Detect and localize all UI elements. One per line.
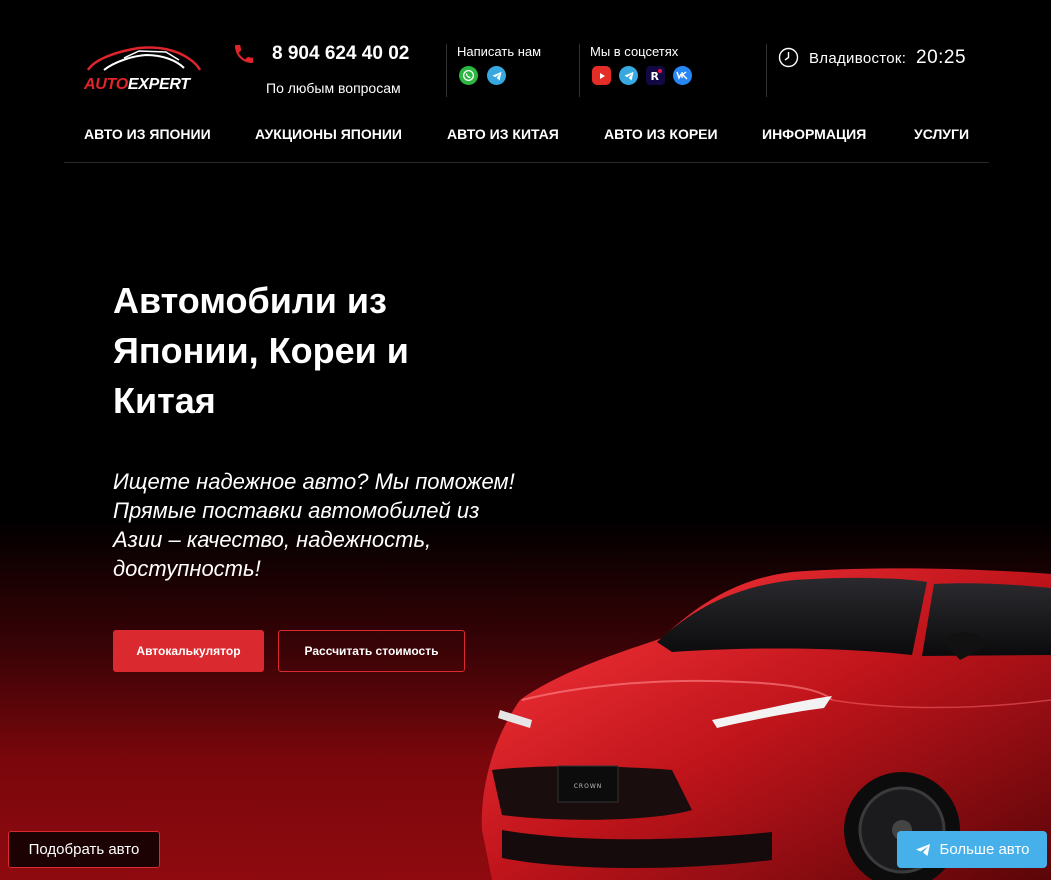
- more-cars-label: Больше авто: [939, 841, 1030, 858]
- clock-icon: [778, 47, 799, 68]
- hero-title-line: Автомобили из: [113, 280, 387, 321]
- city-label: Владивосток:: [809, 50, 907, 67]
- hero-subtitle-line: Азии – качество, надежность,: [113, 527, 432, 552]
- vk-icon[interactable]: [673, 66, 692, 85]
- divider: [766, 44, 767, 97]
- hero-subtitle-line: Прямые поставки автомобилей из: [113, 498, 480, 523]
- hero-subtitle: Ищете надежное авто? Мы поможем! Прямые …: [113, 467, 533, 583]
- local-time: 20:25: [916, 47, 967, 68]
- divider: [446, 44, 447, 97]
- telegram-icon[interactable]: [619, 66, 638, 85]
- phone-caption: По любым вопросам: [266, 80, 401, 96]
- calculate-cost-button[interactable]: Рассчитать стоимость: [278, 630, 465, 672]
- more-cars-button[interactable]: Больше авто: [897, 831, 1047, 868]
- hero-title-line: Китая: [113, 380, 216, 421]
- socials-label: Мы в соцсетях: [590, 44, 679, 59]
- site-header: AUTOEXPERT 8 904 624 40 02 По любым вопр…: [0, 0, 1051, 165]
- nav-item-china-cars[interactable]: АВТО ИЗ КИТАЯ: [447, 126, 559, 142]
- divider: [579, 44, 580, 97]
- hero-title: Автомобили из Японии, Кореи и Китая: [113, 276, 513, 426]
- write-us-label: Написать нам: [457, 44, 542, 59]
- telegram-icon[interactable]: [487, 66, 506, 85]
- nav-item-japan-cars[interactable]: АВТО ИЗ ЯПОНИИ: [84, 126, 211, 142]
- site-logo[interactable]: AUTOEXPERT: [84, 40, 202, 96]
- nav-item-services[interactable]: УСЛУГИ: [914, 126, 969, 142]
- logo-wordmark: AUTOEXPERT: [84, 76, 190, 93]
- phone-icon: [232, 42, 256, 66]
- pick-car-button[interactable]: Подобрать авто: [8, 831, 160, 868]
- nav-divider: [64, 162, 989, 163]
- auto-calculator-button[interactable]: Автокалькулятор: [113, 630, 264, 672]
- nav-item-japan-auctions[interactable]: АУКЦИОНЫ ЯПОНИИ: [255, 126, 402, 142]
- car-badge-text: CROWN: [574, 783, 603, 790]
- telegram-icon: [915, 843, 930, 856]
- hero-title-line: Японии, Кореи и: [113, 330, 409, 371]
- youtube-icon[interactable]: [592, 66, 611, 85]
- svg-text:R: R: [651, 70, 660, 82]
- hero-subtitle-line: доступность!: [113, 556, 261, 581]
- car-logo-icon: [86, 46, 202, 71]
- whatsapp-icon[interactable]: [459, 66, 478, 85]
- phone-number[interactable]: 8 904 624 40 02: [272, 43, 409, 65]
- main-nav: АВТО ИЗ ЯПОНИИ АУКЦИОНЫ ЯПОНИИ АВТО ИЗ К…: [84, 126, 972, 142]
- hero-subtitle-line: Ищете надежное авто? Мы поможем!: [113, 469, 515, 494]
- nav-item-info[interactable]: ИНФОРМАЦИЯ: [762, 126, 866, 142]
- nav-item-korea-cars[interactable]: АВТО ИЗ КОРЕИ: [604, 126, 718, 142]
- rutube-icon[interactable]: R: [646, 66, 665, 85]
